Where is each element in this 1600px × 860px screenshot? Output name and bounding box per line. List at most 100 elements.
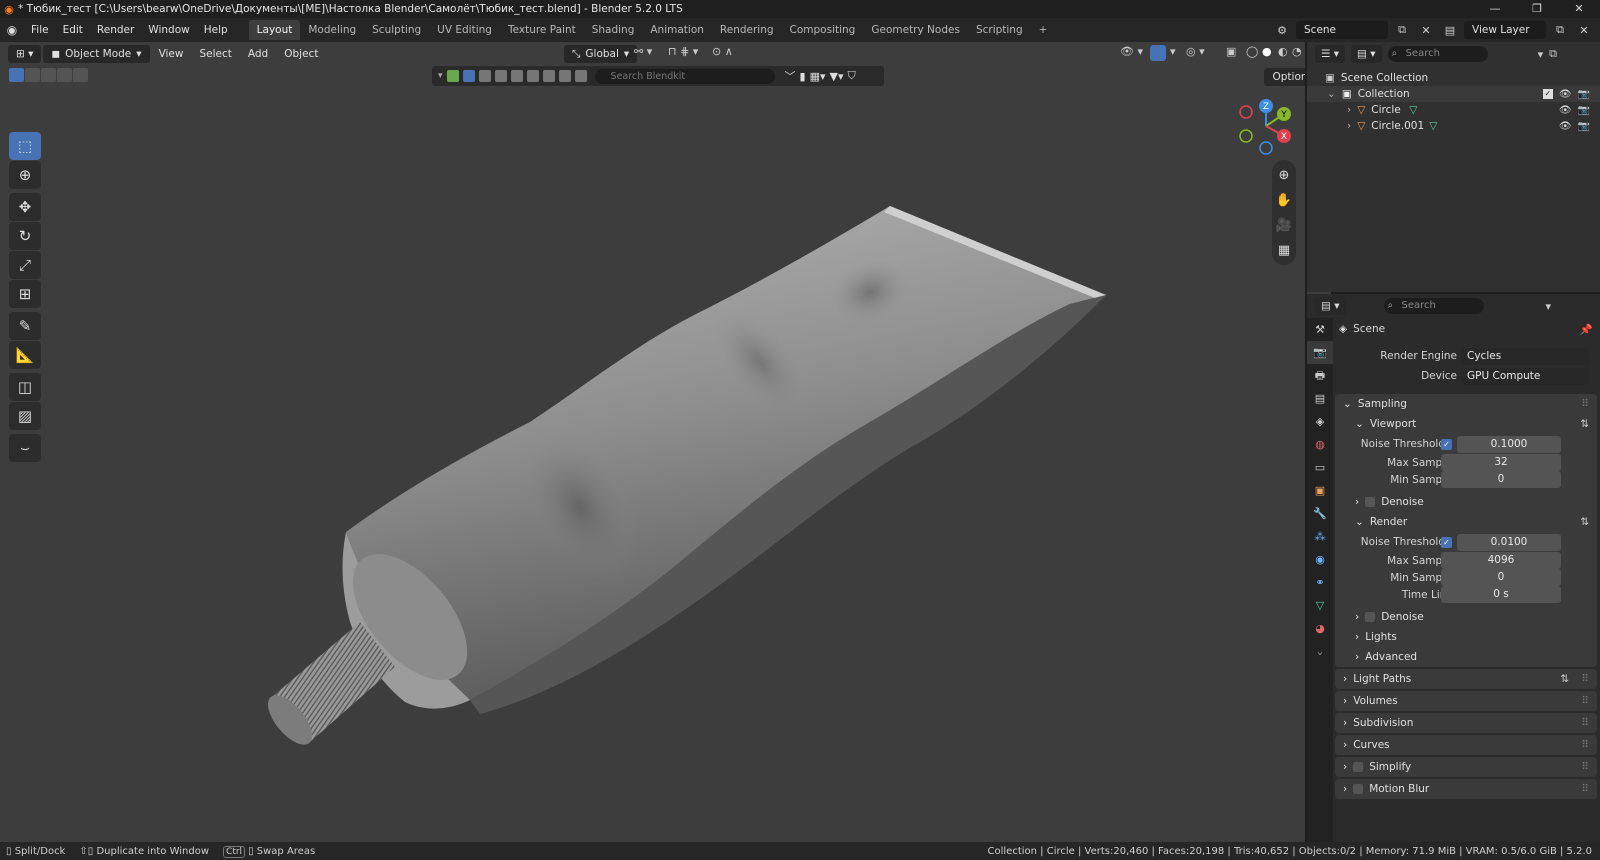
select-subtract-icon[interactable]	[41, 68, 56, 82]
close-button[interactable]: ✕	[1558, 0, 1600, 18]
time-limit-field[interactable]: 0 s	[1441, 586, 1561, 603]
properties-options-icon[interactable]: ▾	[1546, 300, 1552, 313]
select-intersect-icon[interactable]	[73, 68, 88, 82]
tab-layout[interactable]: Layout	[248, 20, 301, 40]
xray-icon[interactable]: ▣	[1226, 45, 1236, 58]
object-row-circle[interactable]: › ▽ Circle ▽ 👁 📷	[1307, 102, 1600, 118]
menu-render[interactable]: Render	[90, 18, 141, 42]
new-scene-icon[interactable]: ⧉	[1392, 21, 1412, 39]
filter-icon[interactable]: ▼▾	[830, 70, 844, 83]
viewport-min-samples-field[interactable]: 0	[1441, 471, 1561, 488]
display-mode-icon[interactable]: ▤ ▾	[1351, 45, 1382, 63]
menu-object[interactable]: Object	[277, 42, 325, 66]
annotate-tool-icon[interactable]: ✎	[9, 312, 41, 340]
menu-file[interactable]: File	[24, 18, 56, 42]
asset-model-icon[interactable]	[462, 70, 475, 82]
viewport-subpanel-header[interactable]: ⌄ Viewport ⇅	[1347, 414, 1597, 434]
denoise-checkbox[interactable]	[1365, 497, 1376, 507]
move-tool-icon[interactable]: ✥	[9, 193, 41, 221]
sort-icon[interactable]: ▦▾	[810, 70, 826, 83]
gizmo-dropdown-icon[interactable]: ▾	[1170, 45, 1176, 58]
bookmark-icon[interactable]: ▮	[800, 70, 806, 83]
menu-view[interactable]: View	[152, 42, 191, 66]
tab-sculpting[interactable]: Sculpting	[364, 20, 429, 40]
object-row-circle-001[interactable]: › ▽ Circle.001 ▽ 👁 📷	[1307, 118, 1600, 134]
presets-icon[interactable]: ⇅	[1580, 512, 1589, 532]
new-view-layer-icon[interactable]: ⧉	[1550, 21, 1570, 39]
gizmo-neg-y[interactable]	[1239, 129, 1253, 143]
select-extend-icon[interactable]	[25, 68, 40, 82]
camera-view-icon[interactable]: 🎥	[1272, 213, 1296, 237]
drag-handle-icon[interactable]: ⠿	[1581, 394, 1589, 414]
toothpaste-tube-model[interactable]	[0, 42, 1305, 842]
tool-tab-icon[interactable]: ⚒	[1307, 318, 1333, 341]
presets-icon[interactable]: ⇅	[1580, 414, 1589, 434]
mode-selector[interactable]: ◼ Object Mode ▾	[43, 45, 150, 63]
world-tab-icon[interactable]: ◍	[1307, 433, 1333, 456]
perspective-grid-icon[interactable]: ▦	[1272, 238, 1296, 262]
render-subpanel-header[interactable]: ⌄ Render ⇅	[1347, 512, 1597, 532]
menu-help[interactable]: Help	[197, 18, 235, 42]
material-shading-icon[interactable]: ◐	[1278, 45, 1288, 58]
drag-handle-icon[interactable]: ⠿	[1581, 757, 1589, 777]
drag-handle-icon[interactable]: ⠿	[1581, 735, 1589, 755]
render-noise-threshold-field[interactable]: 0.0100	[1457, 533, 1561, 551]
lights-subpanel-header[interactable]: › Lights	[1347, 627, 1597, 647]
scene-collection-row[interactable]: ▣ Scene Collection	[1307, 70, 1600, 86]
eye-icon[interactable]: 👁	[1559, 89, 1572, 100]
simplify-checkbox[interactable]	[1353, 762, 1364, 772]
menu-window[interactable]: Window	[141, 18, 196, 42]
camera-icon[interactable]: 📷	[1578, 105, 1590, 116]
viewport-denoise-header[interactable]: › Denoise	[1347, 492, 1597, 512]
light-paths-panel[interactable]: › Light Paths ⇅ ⠿	[1335, 669, 1597, 689]
blender-menu-icon[interactable]: ◉	[0, 23, 24, 37]
menu-add[interactable]: Add	[241, 42, 275, 66]
blenderkit-dropdown-icon[interactable]: ▾	[438, 71, 443, 81]
filter-dropdown-icon[interactable]: ▾	[1538, 48, 1544, 61]
motion-blur-checkbox[interactable]	[1353, 784, 1364, 794]
zoom-icon[interactable]: ⊕	[1272, 163, 1296, 187]
scene-selector[interactable]: Scene	[1296, 21, 1388, 39]
volumes-panel[interactable]: › Volumes ⠿	[1335, 691, 1597, 711]
properties-search-input[interactable]: Search	[1383, 298, 1484, 314]
view-layer-tab-icon[interactable]: ▤	[1307, 387, 1333, 410]
cursor-tool-icon[interactable]: ⊕	[9, 161, 41, 189]
minimize-button[interactable]: —	[1474, 0, 1516, 18]
expand-chevron-icon[interactable]: ›	[1347, 104, 1351, 116]
more-tabs-icon[interactable]: ⌄	[1307, 640, 1333, 663]
scene-tab-icon[interactable]: ◈	[1307, 410, 1333, 433]
render-tab-icon[interactable]: 📷	[1307, 341, 1333, 364]
select-box-tool-icon[interactable]: ⬚	[9, 132, 41, 160]
tab-uv-editing[interactable]: UV Editing	[429, 20, 500, 40]
transform-tool-icon[interactable]: ⊞	[9, 280, 41, 308]
render-engine-dropdown[interactable]: Cycles	[1461, 347, 1589, 365]
shield-icon[interactable]: ⛉	[848, 69, 856, 83]
properties-editor-type-icon[interactable]: ▤ ▾	[1315, 297, 1346, 315]
editor-type-selector[interactable]: ⊞ ▾	[8, 45, 42, 63]
tab-scripting[interactable]: Scripting	[968, 20, 1031, 40]
solid-shading-icon[interactable]: ●	[1262, 45, 1272, 58]
view-layer-selector[interactable]: View Layer	[1464, 21, 1546, 39]
curves-panel[interactable]: › Curves ⠿	[1335, 735, 1597, 755]
advanced-subpanel-header[interactable]: › Advanced	[1347, 647, 1597, 667]
curve-tool-icon[interactable]: ⌣	[9, 434, 41, 462]
motion-blur-panel[interactable]: › Motion Blur ⠿	[1335, 779, 1597, 799]
physics-tab-icon[interactable]: ◉	[1307, 548, 1333, 571]
select-invert-icon[interactable]	[57, 68, 72, 82]
viewport-noise-threshold-field[interactable]: 0.1000	[1457, 435, 1561, 453]
scale-tool-icon[interactable]: ⤢	[9, 251, 41, 279]
eye-icon[interactable]: 👁	[1559, 105, 1572, 116]
pan-hand-icon[interactable]: ✋	[1272, 188, 1296, 212]
scene-icon[interactable]: ⚙	[1272, 21, 1292, 39]
gizmo-neg-z[interactable]	[1259, 141, 1273, 155]
rendered-shading-icon[interactable]: ◔	[1292, 45, 1302, 58]
transform-orientation-selector[interactable]: ⤡ Global ▾	[564, 45, 638, 63]
drag-handle-icon[interactable]: ⠿	[1581, 691, 1589, 711]
camera-icon[interactable]: 📷	[1578, 121, 1590, 132]
gizmo-toggle-icon[interactable]	[1150, 45, 1166, 61]
pivot-icon[interactable]: ⚯ ▾	[634, 45, 652, 58]
drag-handle-icon[interactable]: ⠿	[1581, 669, 1589, 689]
proportional-edit-icon[interactable]: ⊙ ∧	[712, 45, 733, 58]
collection-row[interactable]: ⌄ ▣ Collection ✓ 👁 📷	[1307, 86, 1600, 102]
camera-icon[interactable]: 📷	[1578, 89, 1590, 100]
